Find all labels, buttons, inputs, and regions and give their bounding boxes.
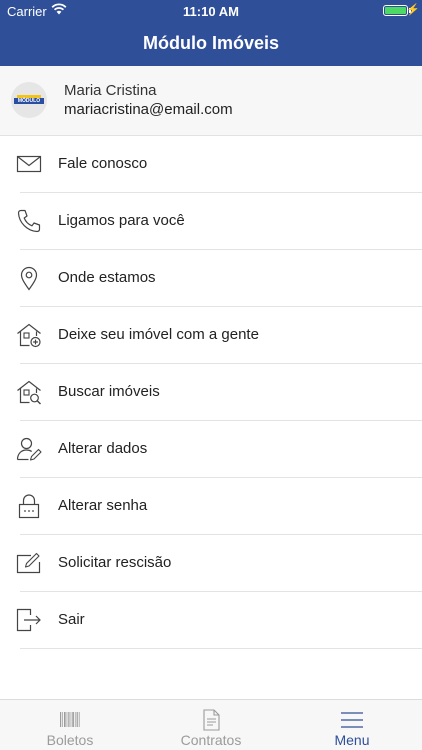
profile-email: mariacristina@email.com: [64, 101, 233, 118]
divider: [20, 648, 422, 649]
house-search-icon: [17, 380, 41, 405]
menu-item-label: Sair: [58, 611, 85, 628]
avatar: MÓDULO: [11, 82, 47, 118]
menu-item-onde-estamos[interactable]: Onde estamos: [0, 250, 422, 307]
menu-item-deixe-seu-imovel[interactable]: Deixe seu imóvel com a gente: [0, 307, 422, 364]
menu-item-solicitar-rescisao[interactable]: Solicitar rescisão: [0, 535, 422, 592]
map-pin-icon: [20, 266, 38, 291]
user-edit-icon: [16, 437, 42, 461]
status-time: 11:10 AM: [183, 4, 239, 19]
document-icon: [203, 709, 220, 731]
tab-label: Menu: [334, 732, 370, 748]
menu-item-sair[interactable]: Sair: [0, 592, 422, 649]
profile-header: MÓDULO Maria Cristina mariacristina@emai…: [0, 66, 422, 136]
tab-menu[interactable]: Menu: [282, 700, 422, 750]
menu-item-alterar-dados[interactable]: Alterar dados: [0, 421, 422, 478]
tab-boletos[interactable]: Boletos: [0, 700, 140, 750]
profile-name: Maria Cristina: [64, 82, 157, 99]
menu-item-label: Alterar dados: [58, 440, 148, 457]
tab-label: Boletos: [46, 732, 94, 748]
menu-item-buscar-imoveis[interactable]: Buscar imóveis: [0, 364, 422, 421]
tab-label: Contratos: [180, 732, 242, 748]
hamburger-icon: [341, 712, 363, 728]
status-bar: Carrier 11:10 AM ⚡: [0, 0, 422, 22]
top-bar: Carrier 11:10 AM ⚡ Módulo Imóveis: [0, 0, 422, 66]
tab-contratos[interactable]: Contratos: [141, 700, 281, 750]
barcode-icon: [60, 712, 80, 727]
menu-item-label: Fale conosco: [58, 155, 148, 172]
menu-item-alterar-senha[interactable]: Alterar senha: [0, 478, 422, 535]
menu-item-label: Deixe seu imóvel com a gente: [58, 326, 259, 343]
menu-list: Fale conosco Ligamos para você Onde esta…: [0, 136, 422, 649]
phone-icon: [17, 209, 41, 233]
logout-icon: [16, 608, 41, 632]
battery-icon: [383, 5, 408, 16]
menu-item-ligamos-para-voce[interactable]: Ligamos para você: [0, 193, 422, 250]
menu-item-label: Ligamos para você: [58, 212, 185, 229]
lock-icon: [18, 494, 40, 519]
house-add-icon: [17, 323, 41, 348]
menu-item-fale-conosco[interactable]: Fale conosco: [0, 136, 422, 193]
brand-logo: MÓDULO: [14, 98, 44, 104]
envelope-icon: [16, 155, 42, 173]
charging-icon: ⚡: [406, 4, 420, 16]
tab-bar: Boletos Contratos Menu: [0, 699, 422, 750]
menu-item-label: Alterar senha: [58, 497, 148, 514]
menu-item-label: Solicitar rescisão: [58, 554, 172, 571]
page-title: Módulo Imóveis: [142, 33, 279, 53]
edit-document-icon: [16, 552, 41, 574]
menu-item-label: Buscar imóveis: [58, 383, 160, 400]
menu-item-label: Onde estamos: [58, 269, 156, 286]
